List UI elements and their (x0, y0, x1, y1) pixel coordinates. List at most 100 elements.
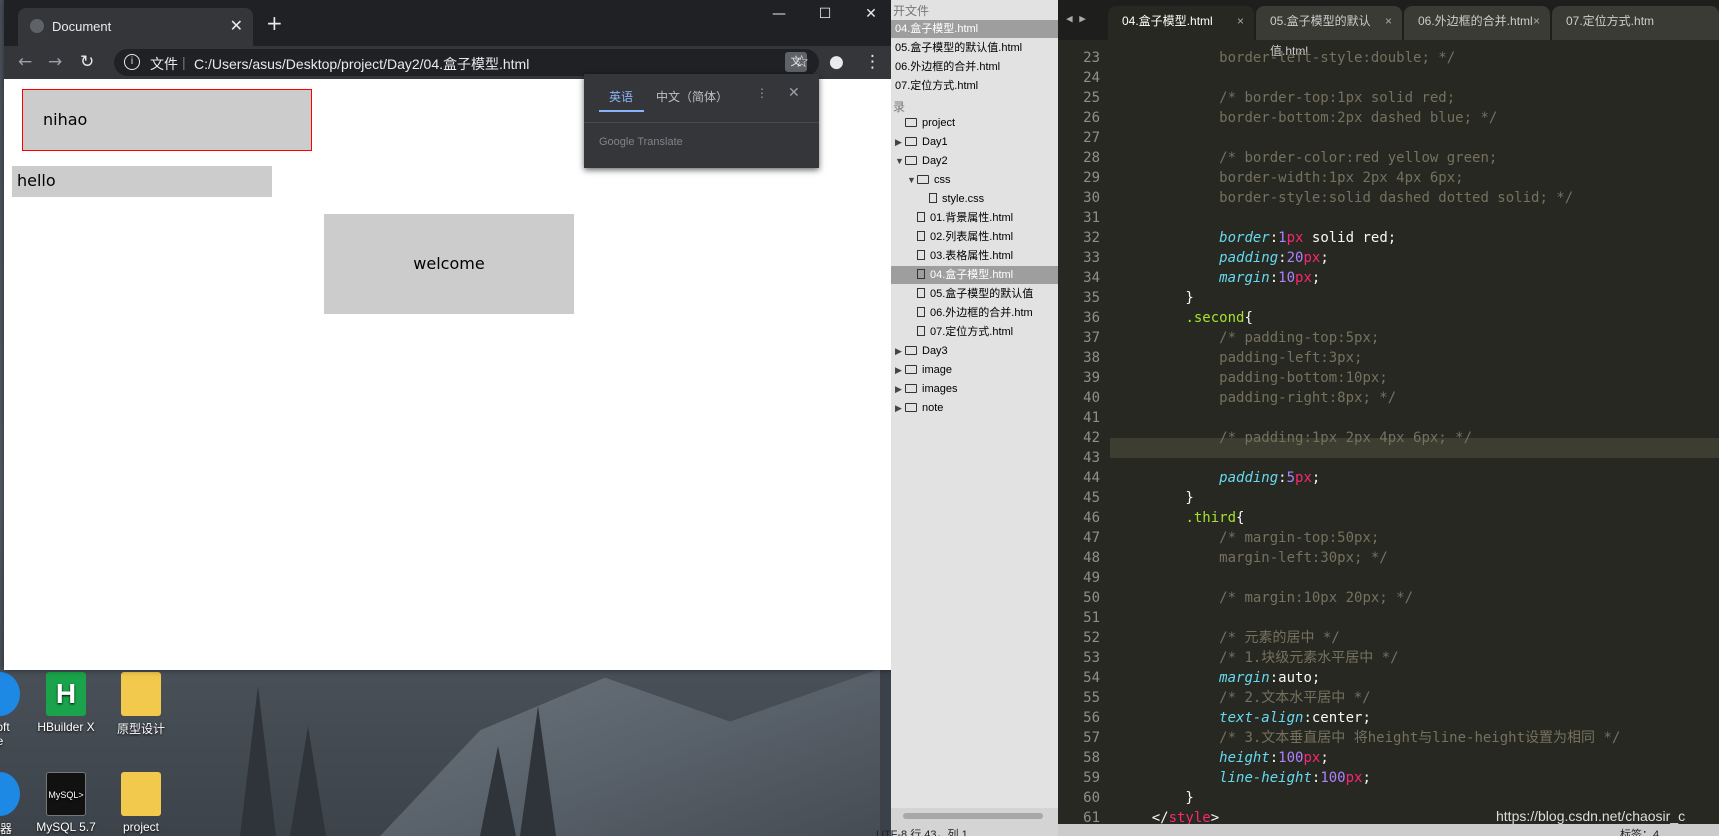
desktop-icon-prototype[interactable]: 原型设计 (101, 672, 181, 737)
code-line[interactable]: /* 3.文本垂直居中 将height与line-height设置为相同 */ (1118, 728, 1620, 748)
tree-item[interactable]: 03.表格属性.html (891, 247, 1058, 265)
code-line[interactable]: margin:10px; (1118, 268, 1320, 288)
code-line[interactable]: height:100px; (1118, 748, 1329, 768)
minimize-button[interactable]: — (756, 2, 802, 26)
tree-item[interactable]: ▶ images (891, 380, 1058, 398)
code-line[interactable]: .third{ (1118, 508, 1244, 528)
desktop-icon-hbuilder[interactable]: H HBuilder X (26, 672, 106, 734)
disclosure-triangle-icon[interactable]: ▼ (907, 171, 917, 189)
desktop-icon-project[interactable]: project (101, 772, 181, 834)
tab-scroll-arrows[interactable]: ◀ ▶ (1066, 12, 1086, 25)
translate-lang-source[interactable]: 英语 (609, 88, 633, 105)
disclosure-triangle-icon[interactable]: ▶ (895, 361, 905, 379)
browser-tab[interactable]: Document ✕ (18, 8, 253, 46)
sidebar-scrollbar[interactable] (903, 813, 1043, 819)
tree-item[interactable]: 05.盒子模型的默认值 (891, 285, 1058, 303)
code-line[interactable]: padding-bottom:10px; (1118, 368, 1388, 388)
code-line[interactable]: margin-left:30px; */ (1118, 548, 1388, 568)
address-bar[interactable]: i 文件 | C:/Users/asus/Desktop/project/Day… (114, 49, 819, 76)
editor-tab[interactable]: 04.盒子模型.html × (1108, 6, 1254, 40)
translate-lang-target[interactable]: 中文（简体） (656, 88, 728, 105)
code-line[interactable]: padding-right:8px; */ (1118, 388, 1396, 408)
bookmark-star-icon[interactable]: ☆ (794, 52, 809, 72)
code-line[interactable]: /* margin:10px 20px; */ (1118, 588, 1413, 608)
code-line[interactable]: /* border-top:1px solid red; (1118, 88, 1455, 108)
code-line[interactable]: /* 1.块级元素水平居中 */ (1118, 648, 1398, 668)
third-box: welcome (324, 214, 574, 314)
editor-tab[interactable]: 06.外边框的合并.html × (1404, 6, 1550, 40)
code-line[interactable]: /* 2.文本水平居中 */ (1118, 688, 1370, 708)
code-line[interactable]: border:1px solid red; (1118, 228, 1396, 248)
open-file-item[interactable]: 07.定位方式.html (891, 77, 1058, 95)
code-line[interactable]: } (1118, 288, 1193, 308)
open-file-item[interactable]: 05.盒子模型的默认值.html (891, 39, 1058, 57)
code-line[interactable]: /* padding:1px 2px 4px 6px; */ (1118, 428, 1472, 448)
tree-item[interactable]: ▶ Day3 (891, 342, 1058, 360)
close-tab-icon[interactable]: ✕ (230, 16, 243, 36)
profile-icon[interactable]: ● (829, 52, 844, 72)
code-line[interactable]: /* border-color:red yellow green; (1118, 148, 1497, 168)
tree-item[interactable]: 07.定位方式.html (891, 323, 1058, 341)
desktop-icon-mysql[interactable]: MySQL> MySQL 5.7 (26, 772, 106, 834)
code-line[interactable]: line-height:100px; (1118, 768, 1371, 788)
tree-item[interactable]: ▶ image (891, 361, 1058, 379)
code-line[interactable]: padding:5px; (1118, 468, 1320, 488)
tree-item[interactable]: style.css (891, 190, 1058, 208)
disclosure-triangle-icon[interactable]: ▶ (895, 399, 905, 417)
folder-icon (905, 346, 917, 355)
tree-item[interactable]: ▼ Day2 (891, 152, 1058, 170)
new-tab-button[interactable]: + (266, 11, 283, 35)
back-button[interactable]: ← (18, 52, 32, 72)
tree-item[interactable]: ▶ note (891, 399, 1058, 417)
more-options-icon[interactable]: ⋮ (756, 86, 768, 100)
tree-item-label: 02.列表属性.html (930, 231, 1014, 243)
code-line[interactable]: text-align:center; (1118, 708, 1371, 728)
close-window-button[interactable]: ✕ (848, 2, 894, 26)
disclosure-triangle-icon[interactable]: ▶ (895, 133, 905, 151)
address-url[interactable]: C:/Users/asus/Desktop/project/Day2/04.盒子… (194, 54, 529, 74)
tree-item[interactable]: ▶ Day1 (891, 133, 1058, 151)
forward-button[interactable]: → (48, 52, 62, 72)
code-line[interactable]: /* margin-top:50px; (1118, 528, 1379, 548)
close-tab-icon[interactable]: × (1385, 6, 1392, 36)
code-line[interactable]: /* 元素的居中 */ (1118, 628, 1340, 648)
code-line[interactable]: } (1118, 488, 1193, 508)
code-line[interactable]: } (1118, 788, 1193, 808)
open-file-item[interactable]: 06.外边框的合并.html (891, 58, 1058, 76)
editor-tab[interactable]: 07.定位方式.htm (1552, 6, 1719, 40)
code-line[interactable]: padding-left:3px; (1118, 348, 1362, 368)
code-line[interactable]: margin:auto; (1118, 668, 1320, 688)
browser-icon (0, 772, 20, 816)
open-file-item[interactable]: 04.盒子模型.html (891, 20, 1058, 38)
code-line[interactable]: .second{ (1118, 308, 1252, 328)
tree-item[interactable]: 01.背景属性.html (891, 209, 1058, 227)
close-tab-icon[interactable]: × (1237, 6, 1244, 36)
tree-item[interactable]: 04.盒子模型.html (891, 266, 1058, 284)
close-tab-icon[interactable]: × (1533, 6, 1540, 36)
tree-item-label: 07.定位方式.html (930, 326, 1014, 338)
info-icon[interactable]: i (124, 54, 140, 70)
disclosure-triangle-icon[interactable]: ▼ (895, 152, 905, 170)
code-line[interactable]: border-width:1px 2px 4px 6px; (1118, 168, 1463, 188)
second-box: hello (12, 166, 272, 197)
tree-item[interactable]: project (891, 114, 1058, 132)
maximize-button[interactable]: ☐ (802, 2, 848, 26)
tree-item[interactable]: 02.列表属性.html (891, 228, 1058, 246)
line-number: 42 (1083, 430, 1100, 446)
folder-icon (905, 384, 917, 393)
disclosure-triangle-icon[interactable]: ▶ (895, 380, 905, 398)
menu-kebab-icon[interactable]: ⋮ (864, 52, 881, 72)
tree-item[interactable]: 06.外边框的合并.htm (891, 304, 1058, 322)
code-line[interactable]: border-bottom:2px dashed blue; */ (1118, 108, 1497, 128)
code-line[interactable]: padding:20px; (1118, 248, 1329, 268)
tree-item[interactable]: ▼ css (891, 171, 1058, 189)
reload-button[interactable]: ↻ (80, 52, 94, 72)
editor-tab[interactable]: 05.盒子模型的默认值.html × (1256, 6, 1402, 58)
close-icon[interactable]: ✕ (788, 84, 800, 101)
line-number: 24 (1083, 70, 1100, 86)
disclosure-triangle-icon[interactable]: ▶ (895, 342, 905, 360)
code-line[interactable]: border-left-style:double; */ (1118, 48, 1455, 68)
code-line[interactable]: /* padding-top:5px; (1118, 328, 1379, 348)
line-number: 29 (1083, 170, 1100, 186)
code-line[interactable]: border-style:solid dashed dotted solid; … (1118, 188, 1573, 208)
